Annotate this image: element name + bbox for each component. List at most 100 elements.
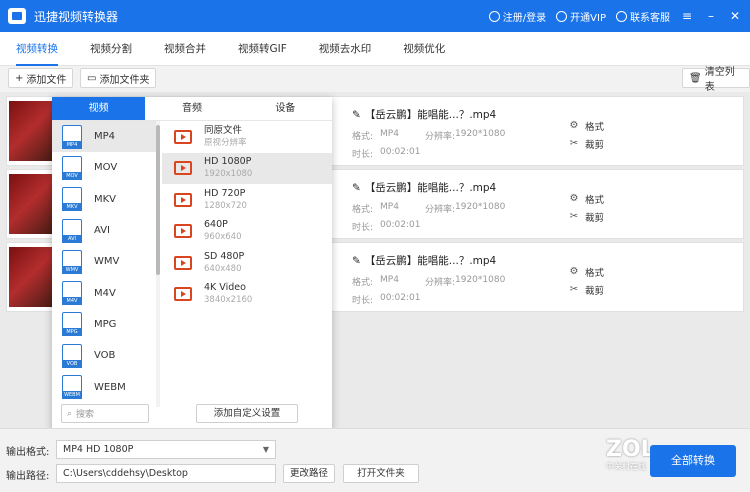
format-popup: 视频 音频 设备 MP4 MP4 MOV MOV MKV MKV AVI AVI WMV… — [52, 97, 332, 431]
video-quality-icon — [174, 161, 192, 176]
scissors-icon: ✂ — [569, 211, 579, 222]
format-item-mkv[interactable]: MKV MKV — [52, 184, 156, 215]
file-format: MP4 — [380, 129, 399, 139]
cut-button[interactable]: ✂ 裁剪 — [569, 137, 604, 152]
cut-button[interactable]: ✂ 裁剪 — [569, 283, 604, 298]
zol-watermark: ZOL — [606, 437, 655, 462]
format-item-m4v[interactable]: M4V M4V — [52, 277, 156, 308]
tab-video-optimize[interactable]: 视频优化 — [387, 32, 461, 66]
login-button[interactable]: 注册/登录 — [488, 9, 546, 24]
quality-item[interactable]: 4K Video 3840x2160 — [162, 279, 332, 311]
file-name: 【岳云鹏】能唱能...？.mp4 — [364, 109, 497, 121]
tab-remove-watermark[interactable]: 视频去水印 — [303, 32, 388, 66]
quality-item[interactable]: HD 1080P 1920x1080 — [162, 152, 332, 184]
menu-icon[interactable]: ≡ — [680, 9, 694, 23]
quality-item[interactable]: 同原文件 原视分辨率 — [162, 121, 332, 153]
quality-list: 同原文件 原视分辨率 HD 1080P 1920x1080 HD 720P 1280x… — [162, 121, 332, 310]
tab-video-to-gif[interactable]: 视频转GIF — [222, 32, 303, 66]
app-title: 迅捷视频转换器 — [34, 9, 119, 24]
format-button[interactable]: ⚙ 格式 — [569, 192, 605, 207]
service-button[interactable]: 联系客服 — [616, 9, 670, 24]
format-item-mov[interactable]: MOV MOV — [52, 152, 156, 183]
gear-icon: ⚙ — [569, 120, 579, 131]
format-item-webm[interactable]: WEBM WEBM — [52, 371, 156, 402]
user-icon — [488, 10, 500, 22]
vob-file-icon: VOB — [62, 343, 82, 368]
quality-item[interactable]: 640P 960x640 — [162, 216, 332, 248]
convert-all-button[interactable]: 全部转换 — [650, 445, 736, 477]
chevron-down-icon: ▼ — [262, 445, 269, 454]
crown-icon — [556, 10, 568, 22]
scissors-icon: ✂ — [569, 138, 579, 149]
quality-item[interactable]: SD 480P 640x480 — [162, 247, 332, 279]
vip-button[interactable]: 开通VIP — [556, 9, 606, 24]
main-tabs: 视频转换 视频分割 视频合并 视频转GIF 视频去水印 视频优化 — [0, 32, 750, 66]
video-quality-icon — [174, 255, 192, 270]
video-quality-icon — [174, 287, 192, 302]
tab-video-split[interactable]: 视频分割 — [74, 32, 148, 66]
m4v-file-icon: M4V — [62, 281, 82, 306]
format-item-mpg[interactable]: MPG MPG — [52, 309, 156, 340]
video-quality-icon — [174, 192, 192, 207]
output-format-select[interactable]: MP4 HD 1080P ▼ — [56, 440, 276, 459]
format-button[interactable]: ⚙ 格式 — [569, 265, 605, 280]
popup-tab-video[interactable]: 视频 — [52, 97, 146, 121]
file-duration: 00:02:01 — [380, 293, 421, 303]
mp4-file-icon: MP4 — [62, 124, 82, 149]
title-bar: 迅捷视频转换器 注册/登录 开通VIP 联系客服 ≡ – ✕ — [0, 0, 750, 32]
add-custom-setting-button[interactable]: 添加自定义设置 — [196, 404, 298, 423]
file-name: 【岳云鹏】能唱能...？.mp4 — [364, 182, 497, 194]
tab-video-merge[interactable]: 视频合并 — [148, 32, 222, 66]
toolbar: + 添加文件 ▭ 添加文件夹 🗑 清空列表 — [0, 66, 750, 93]
wmv-file-icon: WMV — [62, 249, 82, 274]
video-quality-icon — [174, 224, 192, 239]
format-item-vob[interactable]: VOB VOB — [52, 340, 156, 371]
output-path-field[interactable]: C:\Users\cddehsy\Desktop — [56, 464, 276, 483]
popup-tab-audio[interactable]: 音频 — [145, 97, 239, 121]
edit-icon[interactable]: ✎ — [352, 255, 361, 267]
app-logo-icon — [8, 8, 26, 24]
close-icon[interactable]: ✕ — [728, 9, 742, 23]
add-folder-button[interactable]: ▭ 添加文件夹 — [80, 68, 157, 88]
chat-icon — [616, 10, 627, 22]
file-resolution: 1920*1080 — [455, 275, 506, 285]
bottom-bar: 输出格式: MP4 HD 1080P ▼ 输出路径: C:\Users\cddeh… — [0, 428, 750, 492]
format-item-avi[interactable]: AVI AVI — [52, 215, 156, 246]
file-format: MP4 — [380, 275, 399, 285]
format-item-mp4[interactable]: MP4 MP4 — [52, 121, 156, 153]
format-list: MP4 MP4 MOV MOV MKV MKV AVI AVI WMV WMV M4V M4… — [52, 121, 156, 407]
file-resolution: 1920*1080 — [455, 202, 506, 212]
output-format-label: 输出格式: — [6, 447, 50, 458]
avi-file-icon: AVI — [62, 218, 82, 243]
format-list-scrollbar[interactable] — [156, 121, 160, 407]
folder-icon: ▭ — [87, 72, 97, 84]
scrollbar-thumb[interactable] — [156, 125, 160, 275]
edit-icon[interactable]: ✎ — [352, 109, 361, 121]
format-search-input[interactable]: ⌕ 搜索 — [61, 404, 149, 423]
file-format: MP4 — [380, 202, 399, 212]
mov-file-icon: MOV — [62, 155, 82, 180]
format-button[interactable]: ⚙ 格式 — [569, 119, 605, 134]
popup-tab-device[interactable]: 设备 — [238, 97, 332, 121]
mkv-file-icon: MKV — [62, 187, 82, 212]
format-item-wmv[interactable]: WMV WMV — [52, 246, 156, 277]
add-file-button[interactable]: + 添加文件 — [8, 68, 74, 88]
minimize-icon[interactable]: – — [704, 9, 718, 23]
quality-item[interactable]: HD 720P 1280x720 — [162, 184, 332, 216]
webm-file-icon: WEBM — [62, 375, 82, 400]
trash-icon: 🗑 — [689, 72, 702, 84]
plus-icon: + — [15, 72, 24, 84]
cut-button[interactable]: ✂ 裁剪 — [569, 210, 604, 225]
gear-icon: ⚙ — [569, 266, 579, 277]
file-duration: 00:02:01 — [380, 147, 421, 157]
change-path-button[interactable]: 更改路径 — [283, 464, 335, 483]
zol-watermark-sub: 中关村在线 — [606, 462, 646, 471]
clear-list-button[interactable]: 🗑 清空列表 — [682, 67, 750, 93]
tab-video-convert[interactable]: 视频转换 — [0, 32, 74, 66]
mpg-file-icon: MPG — [62, 312, 82, 337]
file-resolution: 1920*1080 — [455, 129, 506, 139]
edit-icon[interactable]: ✎ — [352, 182, 361, 194]
search-icon: ⌕ — [67, 408, 73, 419]
open-folder-button[interactable]: 打开文件夹 — [343, 464, 419, 483]
video-quality-icon — [174, 129, 192, 144]
